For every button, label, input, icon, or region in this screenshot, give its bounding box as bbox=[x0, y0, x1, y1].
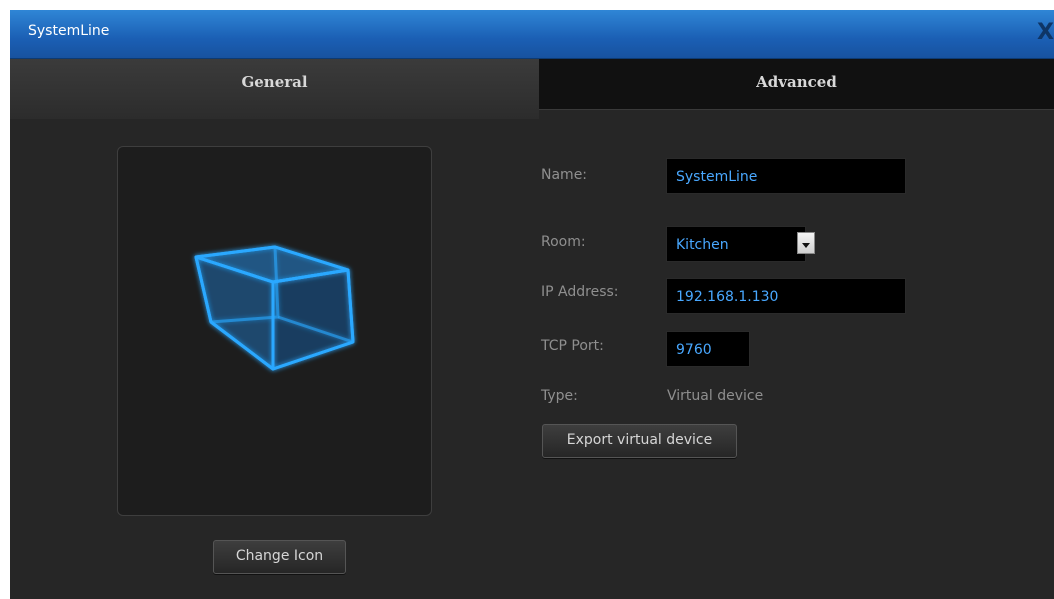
device-settings-window: SystemLine X General Advanced Change Ico… bbox=[10, 10, 1054, 599]
ip-address-field[interactable]: 192.168.1.130 bbox=[666, 278, 906, 314]
change-icon-button[interactable]: Change Icon bbox=[213, 540, 346, 574]
tcp-port-label: TCP Port: bbox=[541, 338, 604, 354]
device-icon-preview bbox=[117, 146, 432, 516]
room-selected-value: Kitchen bbox=[676, 237, 729, 253]
tcp-port-field[interactable]: 9760 bbox=[666, 331, 750, 367]
export-virtual-device-button[interactable]: Export virtual device bbox=[542, 424, 737, 458]
title-bar: SystemLine X bbox=[10, 10, 1054, 59]
ip-address-label: IP Address: bbox=[541, 284, 619, 300]
room-label: Room: bbox=[541, 234, 586, 250]
window-title: SystemLine bbox=[28, 23, 110, 39]
tab-bar: General Advanced bbox=[10, 59, 1054, 119]
tab-advanced[interactable]: Advanced bbox=[539, 59, 1054, 110]
cube-icon bbox=[194, 245, 355, 371]
type-value: Virtual device bbox=[667, 388, 764, 404]
tab-general[interactable]: General bbox=[10, 59, 539, 119]
name-field[interactable]: SystemLine bbox=[666, 158, 906, 194]
chevron-down-icon[interactable] bbox=[797, 232, 815, 254]
close-button[interactable]: X bbox=[1037, 20, 1054, 45]
name-label: Name: bbox=[541, 167, 588, 183]
type-label: Type: bbox=[541, 388, 578, 404]
room-select[interactable]: Kitchen bbox=[666, 226, 806, 262]
